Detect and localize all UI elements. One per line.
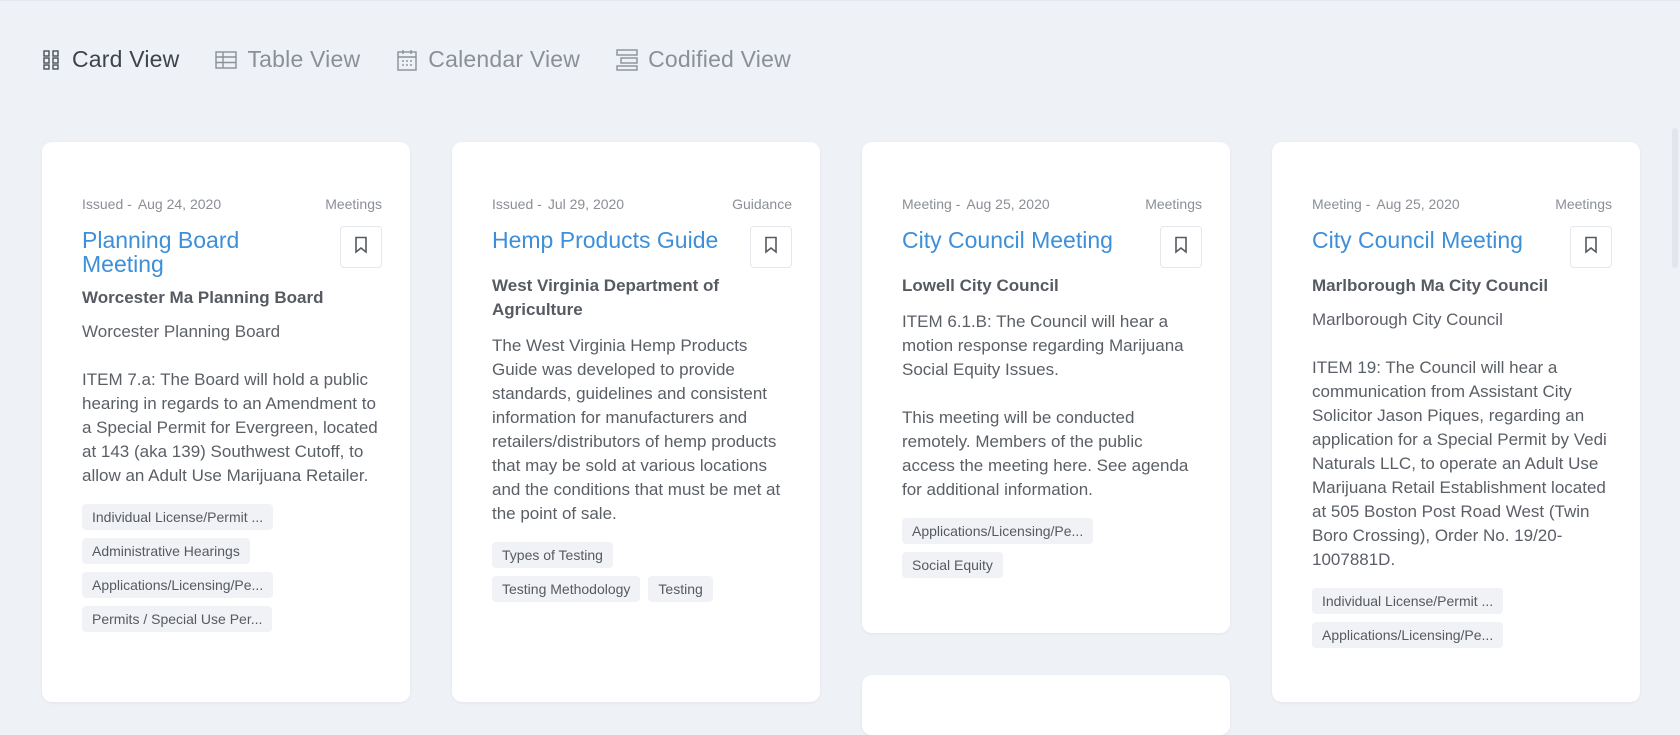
tag[interactable]: Testing <box>648 576 713 602</box>
tag[interactable]: Permits / Special Use Per... <box>82 606 273 632</box>
table-icon <box>215 49 238 71</box>
result-card[interactable]: Meeting - Aug 25, 2020 Meetings City Coun… <box>1272 142 1640 702</box>
card-meta: Meeting - Aug 25, 2020 Meetings <box>902 194 1202 214</box>
card-meta: Issued - Jul 29, 2020 Guidance <box>492 194 792 214</box>
bookmark-icon <box>1174 236 1188 259</box>
card-category: Meetings <box>1145 196 1202 212</box>
bookmark-icon <box>1584 236 1598 259</box>
tab-label: Table View <box>247 46 361 72</box>
bookmark-button[interactable] <box>340 226 382 268</box>
card-tags-row: Applications/Licensing/Pe... <box>1312 622 1612 656</box>
card-agency: West Virginia Department of Agriculture <box>492 276 720 319</box>
codified-icon <box>616 48 638 71</box>
card-tags: Applications/Licensing/Pe... <box>902 518 1202 552</box>
card-meta: Meeting - Aug 25, 2020 Meetings <box>1312 194 1612 214</box>
card-title[interactable]: City Council Meeting <box>902 228 1202 252</box>
scrollbar[interactable] <box>1672 128 1678 268</box>
tag[interactable]: Individual License/Permit ... <box>82 504 274 530</box>
card-subtitle: Worcester Planning Board <box>82 322 281 341</box>
tab-card-view[interactable]: Card View <box>40 46 179 73</box>
tag[interactable]: Administrative Hearings <box>82 538 250 564</box>
meta-date: Aug 25, 2020 <box>1376 196 1460 212</box>
meta-type: Meeting - <box>902 196 961 212</box>
meta-type: Issued - <box>82 196 132 212</box>
card-tags-row: Social Equity <box>902 552 1202 586</box>
card-agency: Worcester Ma Planning Board <box>82 288 324 307</box>
meta-type: Meeting - <box>1312 196 1371 212</box>
card-tags-row: Applications/Licensing/Pe... <box>82 572 382 606</box>
card-category: Meetings <box>1555 196 1612 212</box>
card-tags: Types of Testing <box>492 542 792 576</box>
card-description: ITEM 7.a: The Board will hold a public h… <box>82 370 378 485</box>
tag[interactable]: Applications/Licensing/Pe... <box>1312 622 1504 648</box>
result-card[interactable]: Issued - Jul 29, 2020 Guidance Hemp Produ… <box>452 142 820 702</box>
grid-icon <box>40 49 62 71</box>
meta-date: Aug 25, 2020 <box>966 196 1050 212</box>
result-card[interactable]: Meeting - Aug 25, 2020 Meetings City Coun… <box>862 142 1230 633</box>
bookmark-button[interactable] <box>1160 226 1202 268</box>
result-card-next[interactable] <box>862 675 1230 735</box>
tag[interactable]: Individual License/Permit ... <box>1312 588 1504 614</box>
card-tags-row: Permits / Special Use Per... <box>82 606 382 640</box>
card-title[interactable]: Hemp Products Guide <box>492 228 792 252</box>
card-tags: Individual License/Permit ... <box>1312 588 1612 622</box>
tag[interactable]: Applications/Licensing/Pe... <box>902 518 1094 544</box>
card-agency: Lowell City Council <box>902 276 1059 295</box>
card-description: The West Virginia Hemp Products Guide wa… <box>492 336 781 523</box>
card-meta: Issued - Aug 24, 2020 Meetings <box>82 194 382 214</box>
tab-label: Card View <box>72 46 180 72</box>
meta-date: Aug 24, 2020 <box>137 196 222 212</box>
bookmark-icon <box>354 236 368 259</box>
tab-calendar-view[interactable]: Calendar View <box>396 46 580 73</box>
view-tabs: Card View Table View Calendar View Codif… <box>40 46 827 73</box>
card-title[interactable]: City Council Meeting <box>1312 228 1612 252</box>
result-card[interactable]: Issued - Aug 24, 2020 Meetings Planning B… <box>42 142 410 702</box>
card-tags: Individual License/Permit ... <box>82 504 382 538</box>
card-category: Meetings <box>325 196 382 212</box>
tab-label: Codified View <box>648 46 791 72</box>
tab-table-view[interactable]: Table View <box>215 46 360 73</box>
bookmark-button[interactable] <box>750 226 792 268</box>
bookmark-icon <box>764 236 778 259</box>
card-subtitle: Marlborough City Council <box>1312 310 1503 329</box>
card-tags-row: Administrative Hearings <box>82 538 382 572</box>
top-divider <box>0 0 1680 1</box>
tag[interactable]: Types of Testing <box>492 542 613 568</box>
tag[interactable]: Social Equity <box>902 552 1003 578</box>
tab-codified-view[interactable]: Codified View <box>616 46 791 73</box>
card-description: ITEM 19: The Council will hear a communi… <box>1312 358 1607 569</box>
card-category: Guidance <box>732 196 792 212</box>
calendar-icon <box>396 49 418 71</box>
card-description: ITEM 6.1.B: The Council will hear a moti… <box>902 312 1189 499</box>
meta-date: Jul 29, 2020 <box>547 196 625 212</box>
meta-type: Issued - <box>492 196 542 212</box>
tag[interactable]: Applications/Licensing/Pe... <box>82 572 274 598</box>
tag[interactable]: Testing Methodology <box>492 576 641 602</box>
tab-label: Calendar View <box>428 46 581 72</box>
card-title[interactable]: Planning Board Meeting <box>82 228 382 276</box>
card-tags-row: Testing Methodology Testing <box>492 576 792 610</box>
bookmark-button[interactable] <box>1570 226 1612 268</box>
card-agency: Marlborough Ma City Council <box>1312 276 1549 295</box>
